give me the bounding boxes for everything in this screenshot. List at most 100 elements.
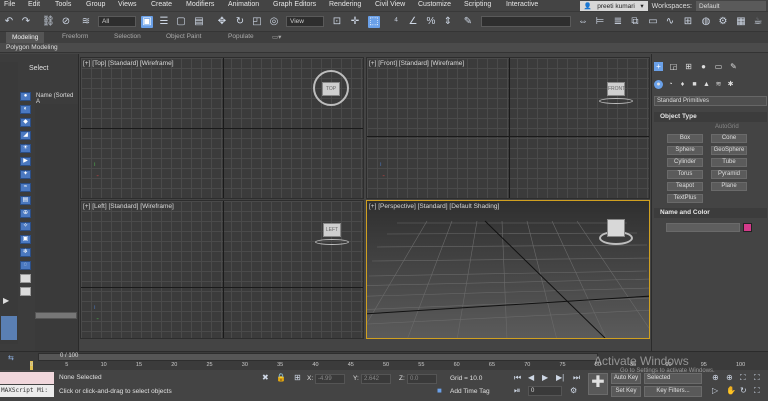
menu-interactive[interactable]: Interactive — [506, 1, 538, 8]
box-button[interactable]: Box — [667, 134, 703, 143]
scene-explorer-icon[interactable]: ≣ — [612, 16, 624, 28]
window-crossing-icon[interactable]: ▤ — [193, 16, 205, 28]
viewcube-compass-ring[interactable] — [599, 98, 633, 104]
name-and-color-rollout[interactable]: Name and Color — [654, 208, 767, 218]
display-shapes-icon[interactable]: ◢ — [20, 131, 31, 140]
display-all-icon[interactable]: ◐ — [20, 105, 31, 114]
motion-tab-icon[interactable]: ● — [699, 62, 708, 71]
maxscript-listener-input[interactable] — [0, 372, 54, 384]
zoom-extents-icon[interactable]: ⛶ — [740, 373, 746, 383]
mini-curve-editor-icon[interactable]: ⇆ — [8, 354, 14, 362]
select-object-icon[interactable]: ▣ — [141, 16, 153, 28]
menu-customize[interactable]: Customize — [418, 1, 451, 8]
layer-toolbar-icon[interactable] — [1, 316, 17, 340]
viewport-label-top[interactable]: [+] [Top] [Standard] [Wireframe] — [83, 60, 174, 67]
field-of-view-icon[interactable]: ▷ — [712, 386, 718, 395]
viewcube-front[interactable]: FRONT — [607, 82, 625, 96]
viewport-label-front[interactable]: [+] [Front] [Standard] [Wireframe] — [369, 60, 464, 67]
set-key-icon[interactable]: ✚ — [588, 373, 608, 395]
display-lights-icon[interactable]: ☀ — [20, 144, 31, 153]
viewport-label-left[interactable]: [+] [Left] [Standard] [Wireframe] — [83, 203, 174, 210]
display-xrefs-icon[interactable]: ⊕ — [20, 209, 31, 218]
object-type-rollout[interactable]: Object Type — [654, 112, 767, 122]
menu-animation[interactable]: Animation — [228, 1, 259, 8]
systems-icon[interactable]: ✱ — [726, 80, 735, 89]
cone-button[interactable]: Cone — [711, 134, 747, 143]
move-icon[interactable]: ✥ — [216, 16, 228, 28]
placement-icon[interactable]: ◎ — [268, 16, 280, 28]
pyramid-button[interactable]: Pyramid — [711, 170, 747, 179]
viewport-front[interactable]: [+] [Front] [Standard] [Wireframe] FRONT… — [366, 57, 650, 199]
tab-selection[interactable]: Selection — [114, 33, 141, 40]
viewport-top[interactable]: [+] [Top] [Standard] [Wireframe] TOP ╵ ╶ — [80, 57, 364, 199]
display-containers-icon[interactable]: ▣ — [20, 235, 31, 244]
sphere-button[interactable]: Sphere — [667, 146, 703, 155]
schematic-view-icon[interactable]: ⊞ — [682, 16, 694, 28]
menu-create[interactable]: Create — [151, 1, 172, 8]
current-frame-field[interactable]: 0 — [528, 386, 562, 396]
scale-icon[interactable]: ◰ — [251, 16, 263, 28]
curve-editor-icon[interactable]: ∿ — [664, 16, 676, 28]
x-coord-field[interactable]: -4.99 — [315, 374, 345, 384]
viewcube-compass-ring[interactable] — [315, 239, 349, 245]
menu-file[interactable]: File — [4, 1, 15, 8]
scene-object-list[interactable] — [35, 104, 78, 364]
named-selection-sets-dropdown[interactable] — [481, 16, 571, 27]
tab-freeform[interactable]: Freeform — [62, 33, 88, 40]
ribbon-options-icon[interactable]: ▭▾ — [272, 33, 281, 41]
display-geometry-icon[interactable]: ◆ — [20, 118, 31, 127]
geometry-icon[interactable]: ● — [654, 80, 663, 89]
menu-graph-editors[interactable]: Graph Editors — [273, 1, 316, 8]
space-warps-icon[interactable]: ≋ — [714, 80, 723, 89]
display-spacewarps-icon[interactable]: ≈ — [20, 183, 31, 192]
scene-explorer-title[interactable]: Select — [29, 65, 48, 72]
geosphere-button[interactable]: GeoSphere — [711, 146, 747, 155]
key-mode-toggle-icon[interactable]: ⏯ — [514, 386, 520, 396]
utilities-tab-icon[interactable]: ✎ — [729, 62, 738, 71]
viewcube-left[interactable]: LEFT — [323, 223, 341, 237]
viewcube-perspective[interactable] — [607, 219, 625, 237]
edit-named-selection-icon[interactable]: ✎ — [462, 16, 474, 28]
ribbon-panel-label[interactable]: Polygon Modeling — [6, 44, 58, 51]
display-children-icon[interactable] — [20, 274, 31, 283]
user-account-dropdown[interactable]: 👤 preeti kumari ▾ — [579, 1, 648, 11]
time-slider[interactable] — [38, 353, 598, 361]
plane-button[interactable]: Plane — [711, 182, 747, 191]
z-coord-field[interactable]: 0.0 — [407, 374, 437, 384]
tab-populate[interactable]: Populate — [228, 33, 254, 40]
orbit-icon[interactable]: ↻ — [740, 386, 747, 395]
isolate-selection-icon[interactable]: ✖ — [262, 373, 269, 382]
object-name-field[interactable] — [666, 223, 740, 232]
rendered-frame-window-icon[interactable]: ▦ — [735, 16, 747, 28]
selection-region-icon[interactable]: ▢ — [175, 16, 187, 28]
menu-edit[interactable]: Edit — [28, 1, 40, 8]
display-bones-icon[interactable]: ✧ — [20, 222, 31, 231]
torus-button[interactable]: Torus — [667, 170, 703, 179]
pan-icon[interactable]: ✋ — [726, 386, 736, 395]
go-to-end-icon[interactable]: ⏭ — [573, 373, 580, 383]
menu-modifiers[interactable]: Modifiers — [186, 1, 214, 8]
tube-button[interactable]: Tube — [711, 158, 747, 167]
selection-lock-icon[interactable]: 🔒 — [276, 373, 286, 382]
toggle-ribbon-icon[interactable]: ▭ — [647, 16, 659, 28]
display-cameras-icon[interactable]: ▶ — [20, 157, 31, 166]
render-setup-icon[interactable]: ⚙ — [717, 16, 729, 28]
align-icon[interactable]: ⊨ — [594, 16, 606, 28]
zoom-extents-all-icon[interactable]: ⛶ — [754, 373, 760, 383]
render-production-icon[interactable]: ☕ — [752, 16, 764, 28]
go-to-start-icon[interactable]: ⏮ — [514, 373, 521, 383]
time-tag-icon[interactable]: ■ — [437, 386, 442, 395]
cameras-icon[interactable]: ■ — [690, 80, 699, 89]
undo-icon[interactable]: ↶ — [3, 16, 15, 28]
auto-key-button[interactable]: Auto Key — [611, 373, 641, 384]
textplus-button[interactable]: TextPlus — [667, 194, 703, 203]
material-editor-icon[interactable]: ◍ — [700, 16, 712, 28]
set-key-button[interactable]: Set Key — [611, 386, 641, 397]
display-tab-icon[interactable]: ▭ — [714, 62, 723, 71]
unlink-icon[interactable]: ⊘ — [60, 16, 72, 28]
viewport-perspective[interactable]: [+] [Perspective] [Standard] [Default Sh… — [366, 200, 650, 339]
maxscript-mini-listener[interactable]: MAXScript Mi: — [0, 385, 54, 397]
menu-civil-view[interactable]: Civil View — [375, 1, 405, 8]
display-frozen-icon[interactable]: ❄ — [20, 248, 31, 257]
time-configuration-icon[interactable]: ⚙ — [570, 386, 577, 395]
